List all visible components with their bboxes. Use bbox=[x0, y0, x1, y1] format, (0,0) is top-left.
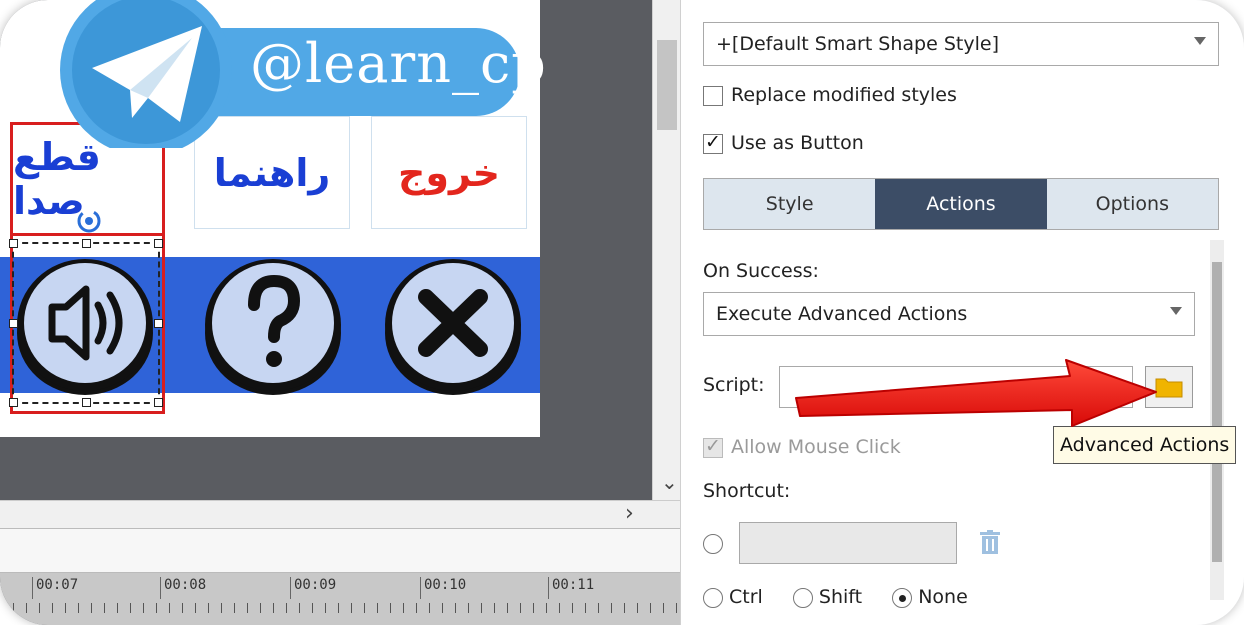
exit-label: خروج bbox=[397, 150, 501, 195]
scrollbar-thumb[interactable] bbox=[657, 40, 677, 130]
script-label: Script: bbox=[703, 374, 765, 396]
allow-mouse-click-row: Allow Mouse Click bbox=[703, 435, 901, 458]
resize-handle[interactable] bbox=[9, 239, 18, 248]
ctrl-label: Ctrl bbox=[729, 586, 763, 608]
replace-modified-row[interactable]: Replace modified styles bbox=[703, 84, 957, 106]
panel-scrollbar[interactable] bbox=[1210, 240, 1224, 600]
scrollbar-thumb[interactable] bbox=[1212, 262, 1222, 562]
ruler-ticks bbox=[0, 603, 680, 613]
red-arrow-icon bbox=[795, 359, 1157, 427]
resize-handles bbox=[9, 239, 163, 407]
telegram-icon bbox=[60, 0, 232, 148]
on-success-select[interactable]: Execute Advanced Actions bbox=[703, 292, 1195, 336]
tab-style[interactable]: Style bbox=[704, 179, 875, 229]
shortcut-input[interactable] bbox=[739, 522, 957, 564]
shift-label: Shift bbox=[818, 586, 863, 608]
stage-area: قطع صدا راهنما خروج @learn_cp ⌄ › 00:07 … bbox=[0, 0, 680, 625]
exit-label-box[interactable]: خروج bbox=[371, 116, 527, 229]
style-select-value: +[Default Smart Shape Style] bbox=[716, 33, 999, 55]
resize-handle[interactable] bbox=[9, 319, 18, 328]
timeline-tick: 00:07 bbox=[32, 577, 78, 599]
on-success-value: Execute Advanced Actions bbox=[716, 303, 968, 325]
none-label: None bbox=[918, 586, 968, 608]
modifier-row: Ctrl Shift None bbox=[703, 586, 968, 608]
resize-handle[interactable] bbox=[154, 319, 163, 328]
stage-vertical-scrollbar[interactable]: ⌄ bbox=[652, 0, 680, 500]
resize-handle[interactable] bbox=[154, 239, 163, 248]
timeline-tick: 00:11 bbox=[548, 577, 594, 599]
timeline-tick: 00:10 bbox=[420, 577, 466, 599]
telegram-banner: @learn_cp bbox=[10, 0, 546, 148]
resize-handle[interactable] bbox=[154, 398, 163, 407]
shortcut-radio[interactable] bbox=[703, 533, 723, 554]
screenshot-frame: قطع صدا راهنما خروج @learn_cp ⌄ › 00:07 … bbox=[0, 0, 1244, 625]
tab-actions[interactable]: Actions bbox=[875, 179, 1047, 229]
use-as-button-checkbox[interactable] bbox=[703, 131, 723, 154]
shift-radio[interactable] bbox=[792, 587, 813, 608]
properties-tabs: Style Actions Options bbox=[703, 178, 1219, 230]
use-as-button-label: Use as Button bbox=[731, 132, 864, 154]
timeline-header-strip bbox=[0, 528, 680, 573]
advanced-actions-tooltip: Advanced Actions bbox=[1053, 426, 1237, 464]
resize-handle[interactable] bbox=[82, 239, 91, 248]
help-label: راهنما bbox=[213, 150, 331, 195]
properties-panel: +[Default Smart Shape Style] Replace mod… bbox=[680, 0, 1244, 625]
allow-mouse-click-checkbox bbox=[703, 435, 723, 458]
chevron-down-icon[interactable]: ⌄ bbox=[661, 470, 678, 494]
allow-mouse-click-label: Allow Mouse Click bbox=[731, 436, 901, 458]
replace-modified-checkbox[interactable] bbox=[703, 85, 723, 106]
replace-modified-label: Replace modified styles bbox=[731, 84, 957, 106]
ctrl-radio[interactable] bbox=[703, 587, 723, 608]
resize-handle[interactable] bbox=[82, 398, 91, 407]
shortcut-label: Shortcut: bbox=[703, 480, 791, 502]
chevron-down-icon[interactable] bbox=[1170, 307, 1182, 315]
question-icon[interactable] bbox=[200, 247, 346, 397]
shortcut-radio-row[interactable] bbox=[703, 532, 729, 554]
timeline-tick: 00:08 bbox=[160, 577, 206, 599]
chevron-down-icon[interactable] bbox=[1194, 37, 1206, 45]
on-success-label: On Success: bbox=[703, 260, 819, 282]
chevron-right-icon[interactable]: › bbox=[625, 501, 634, 526]
trash-icon[interactable] bbox=[979, 530, 1001, 556]
use-as-button-row[interactable]: Use as Button bbox=[703, 131, 864, 154]
resize-handle[interactable] bbox=[9, 398, 18, 407]
rotate-handle-icon[interactable] bbox=[75, 207, 103, 235]
stage-horizontal-scrollbar[interactable]: › bbox=[0, 500, 680, 528]
slide-canvas[interactable]: قطع صدا راهنما خروج @learn_cp bbox=[0, 0, 546, 437]
close-icon[interactable] bbox=[380, 247, 526, 397]
none-radio[interactable] bbox=[892, 587, 913, 608]
timeline-tick: 00:09 bbox=[290, 577, 336, 599]
style-select[interactable]: +[Default Smart Shape Style] bbox=[703, 22, 1219, 66]
banner-handle-text: @learn_cp bbox=[250, 32, 547, 95]
timeline-ruler[interactable]: 00:07 00:08 00:09 00:10 00:11 bbox=[0, 573, 680, 625]
tab-options[interactable]: Options bbox=[1047, 179, 1218, 229]
